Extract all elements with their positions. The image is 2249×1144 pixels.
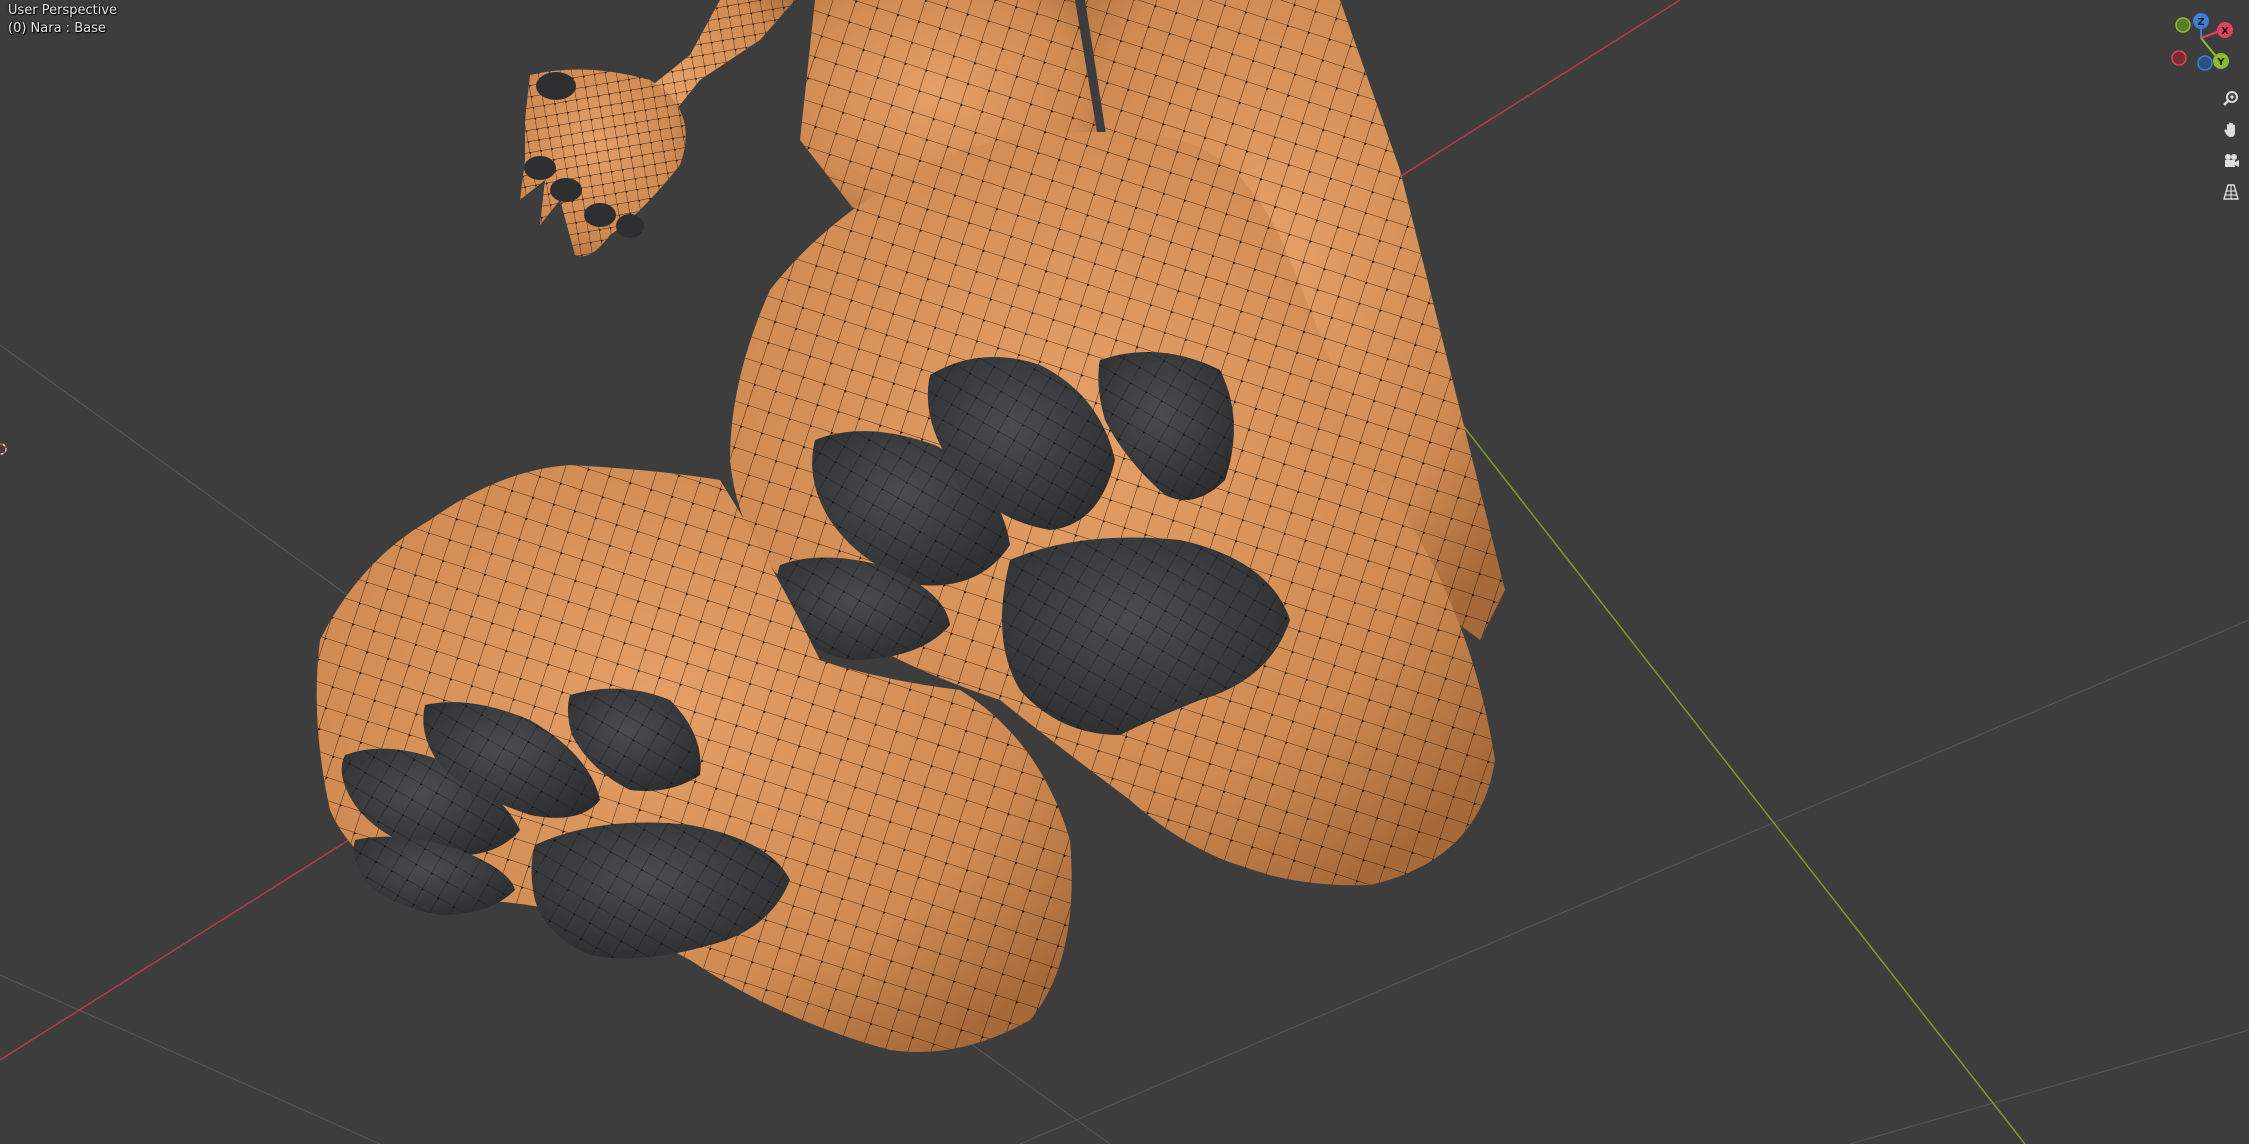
viewport-nav-tools	[2216, 84, 2246, 208]
projection-toggle-button[interactable]	[2216, 177, 2246, 207]
gizmo-z-label: Z	[2197, 17, 2204, 28]
3d-viewport[interactable]: User Perspective (0) Nara : Base Z X Y	[0, 0, 2249, 1144]
gizmo-neg-x[interactable]	[2171, 50, 2187, 66]
hand-icon	[2224, 122, 2235, 137]
gizmo-y-label: Y	[2216, 57, 2225, 68]
gizmo-neg-y[interactable]	[2175, 17, 2191, 33]
grid-perspective-icon	[2223, 184, 2239, 200]
character-mesh[interactable]	[316, 0, 1505, 1052]
view-name-label: User Perspective	[8, 3, 118, 18]
gizmo-neg-z[interactable]	[2197, 55, 2213, 71]
pan-button[interactable]	[2216, 115, 2246, 145]
object-info-label: (0) Nara : Base	[8, 21, 106, 36]
gizmo-x-label: X	[2221, 26, 2229, 37]
zoom-button[interactable]	[2216, 84, 2246, 114]
3d-cursor-icon[interactable]	[0, 442, 8, 456]
camera-button[interactable]	[2216, 146, 2246, 176]
zoom-icon	[2223, 91, 2238, 106]
mesh-scene[interactable]	[0, 0, 2249, 1144]
camera-icon	[2225, 154, 2239, 167]
navigation-gizmo[interactable]: Z X Y	[2167, 8, 2237, 78]
